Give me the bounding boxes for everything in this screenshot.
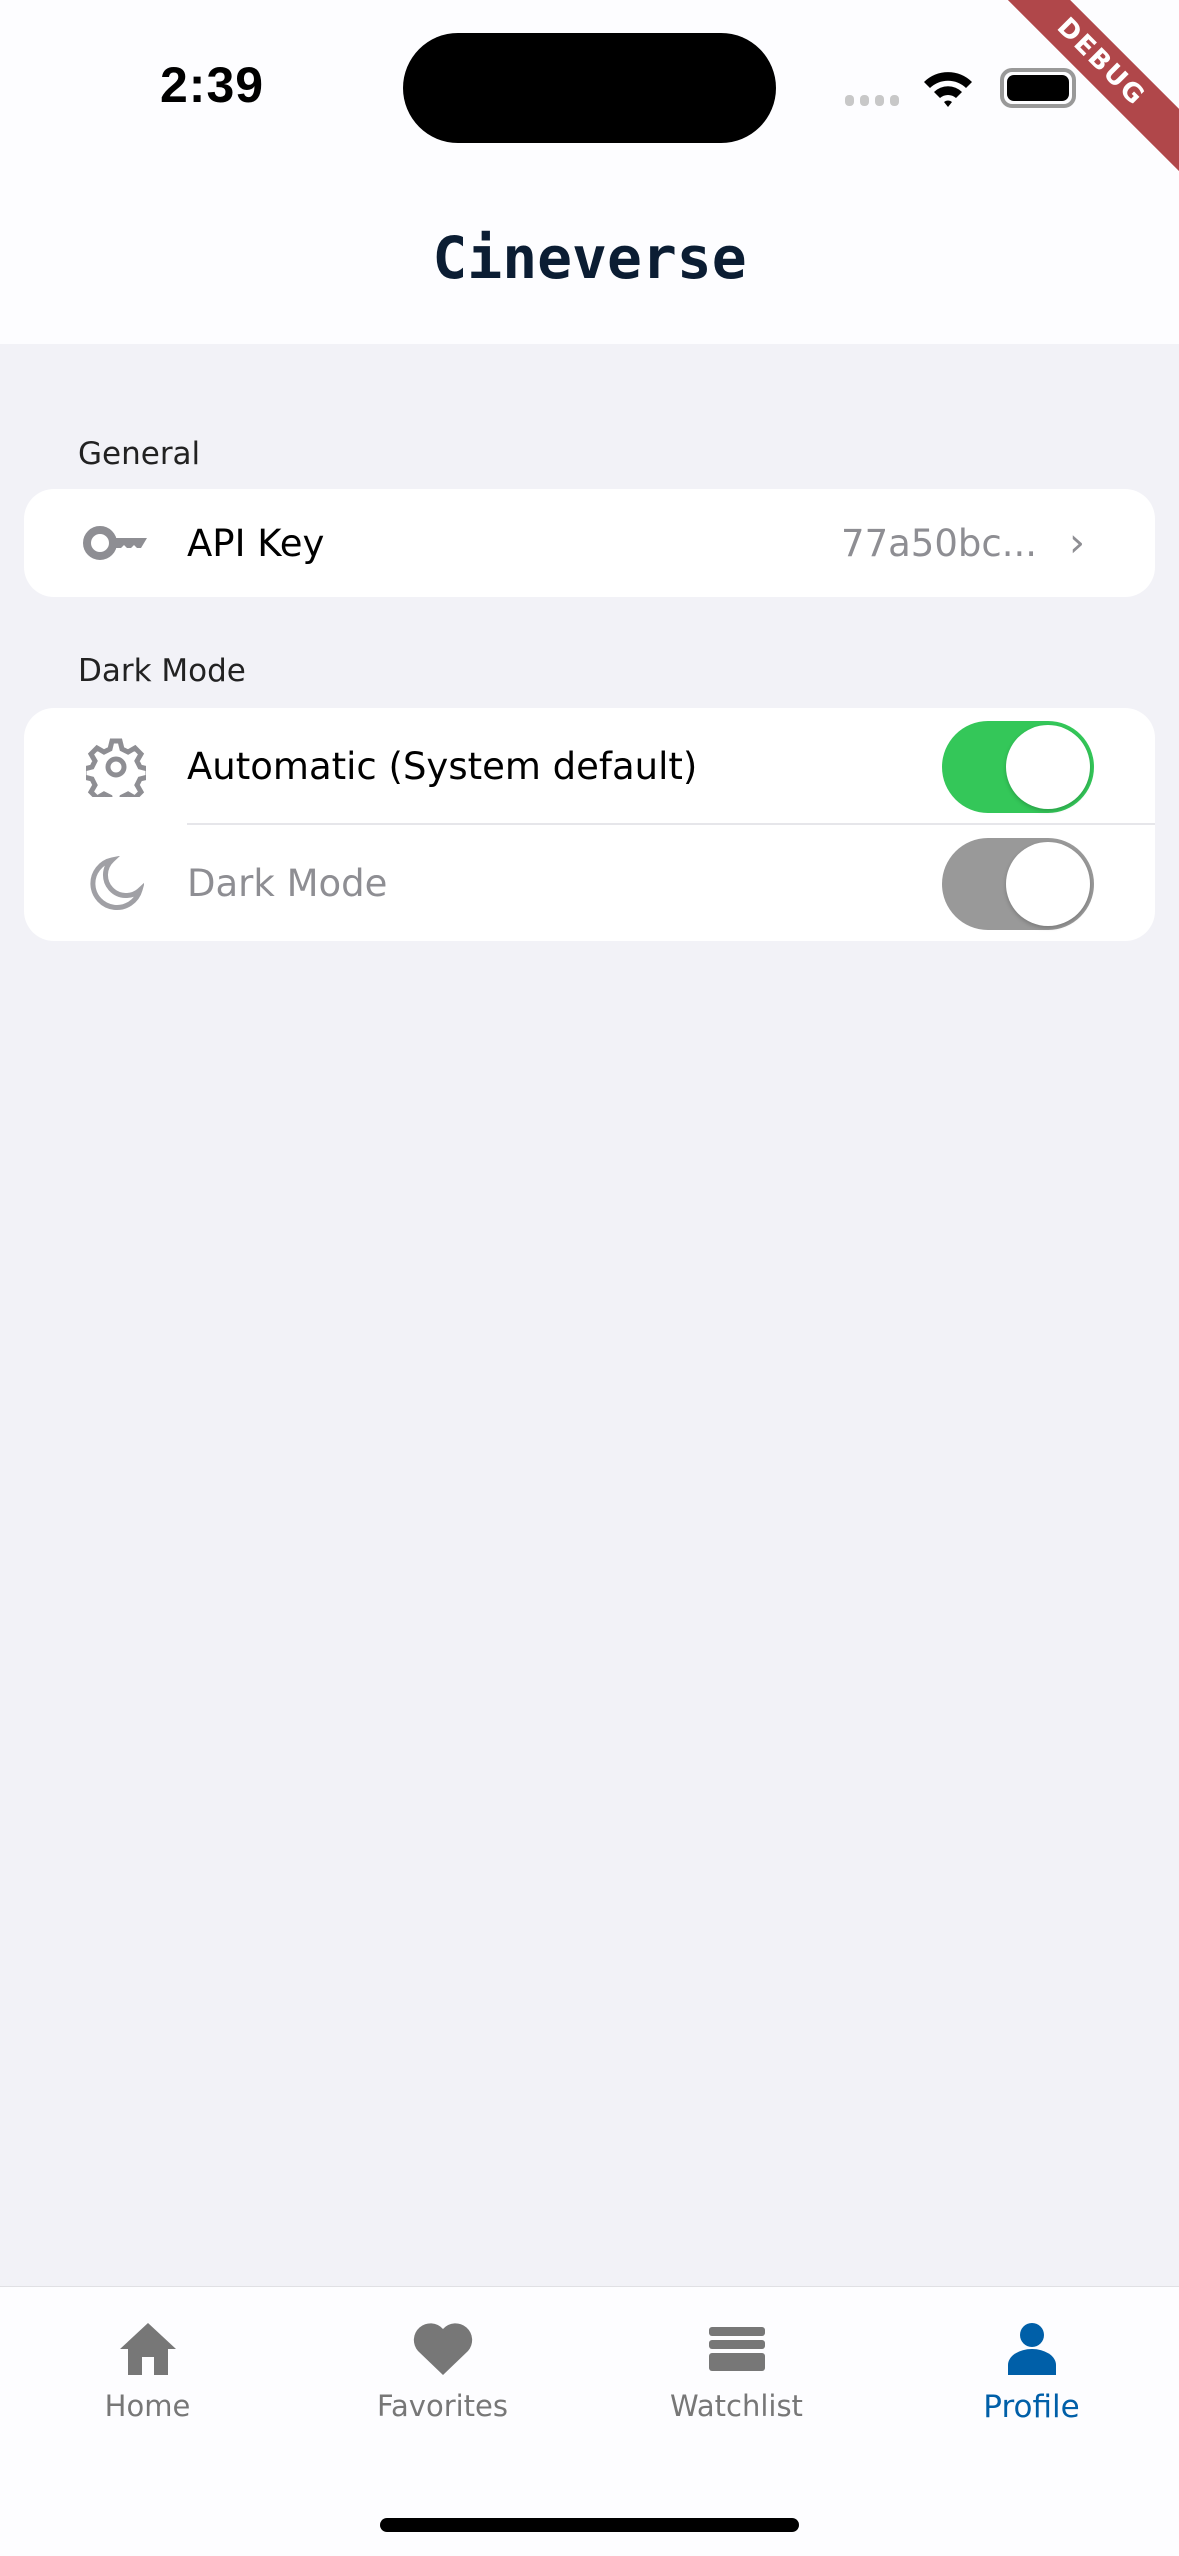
wifi-icon	[924, 72, 972, 107]
gear-icon	[82, 737, 150, 797]
dynamic-island	[403, 33, 776, 143]
automatic-toggle[interactable]	[942, 720, 1094, 813]
api-key-label: API Key	[187, 521, 325, 565]
general-card: API Key 77a50bc... ›	[24, 489, 1155, 597]
home-indicator	[380, 2518, 799, 2532]
dark-mode-toggle[interactable]	[942, 837, 1094, 930]
app-header: 2:39 DEBUG Cineverse	[0, 0, 1179, 344]
dark-mode-label: Dark Mode	[187, 862, 388, 905]
api-key-value: 77a50bc...	[841, 521, 1037, 565]
section-header-general: General	[78, 436, 201, 472]
tab-favorites[interactable]: Favorites	[295, 2287, 590, 2457]
tab-label: Profile	[983, 2389, 1080, 2425]
battery-icon	[1000, 68, 1076, 108]
tab-home[interactable]: Home	[0, 2287, 295, 2457]
moon-icon	[82, 855, 150, 912]
list-icon	[708, 2327, 765, 2371]
tab-label: Watchlist	[670, 2389, 803, 2423]
key-icon	[82, 525, 150, 561]
chevron-right-icon: ›	[1069, 520, 1085, 566]
signal-icon	[845, 95, 899, 106]
person-icon	[1007, 2323, 1056, 2375]
automatic-label: Automatic (System default)	[187, 745, 698, 788]
dark-mode-card: Automatic (System default) Dark Mode	[24, 708, 1155, 941]
automatic-row: Automatic (System default)	[24, 708, 1155, 825]
home-icon	[119, 2323, 176, 2375]
dark-mode-row: Dark Mode	[24, 825, 1155, 941]
status-time: 2:39	[160, 57, 265, 113]
api-key-row[interactable]: API Key 77a50bc... ›	[24, 489, 1155, 597]
page-title: Cineverse	[432, 224, 747, 292]
bottom-tab-bar: Home Favorites Watchlist Profile	[0, 2286, 1179, 2556]
tab-label: Home	[104, 2389, 191, 2423]
heart-icon	[413, 2323, 472, 2375]
tab-watchlist[interactable]: Watchlist	[589, 2287, 884, 2457]
tab-profile[interactable]: Profile	[884, 2287, 1179, 2457]
section-header-dark-mode: Dark Mode	[78, 653, 246, 689]
tab-label: Favorites	[377, 2389, 508, 2423]
